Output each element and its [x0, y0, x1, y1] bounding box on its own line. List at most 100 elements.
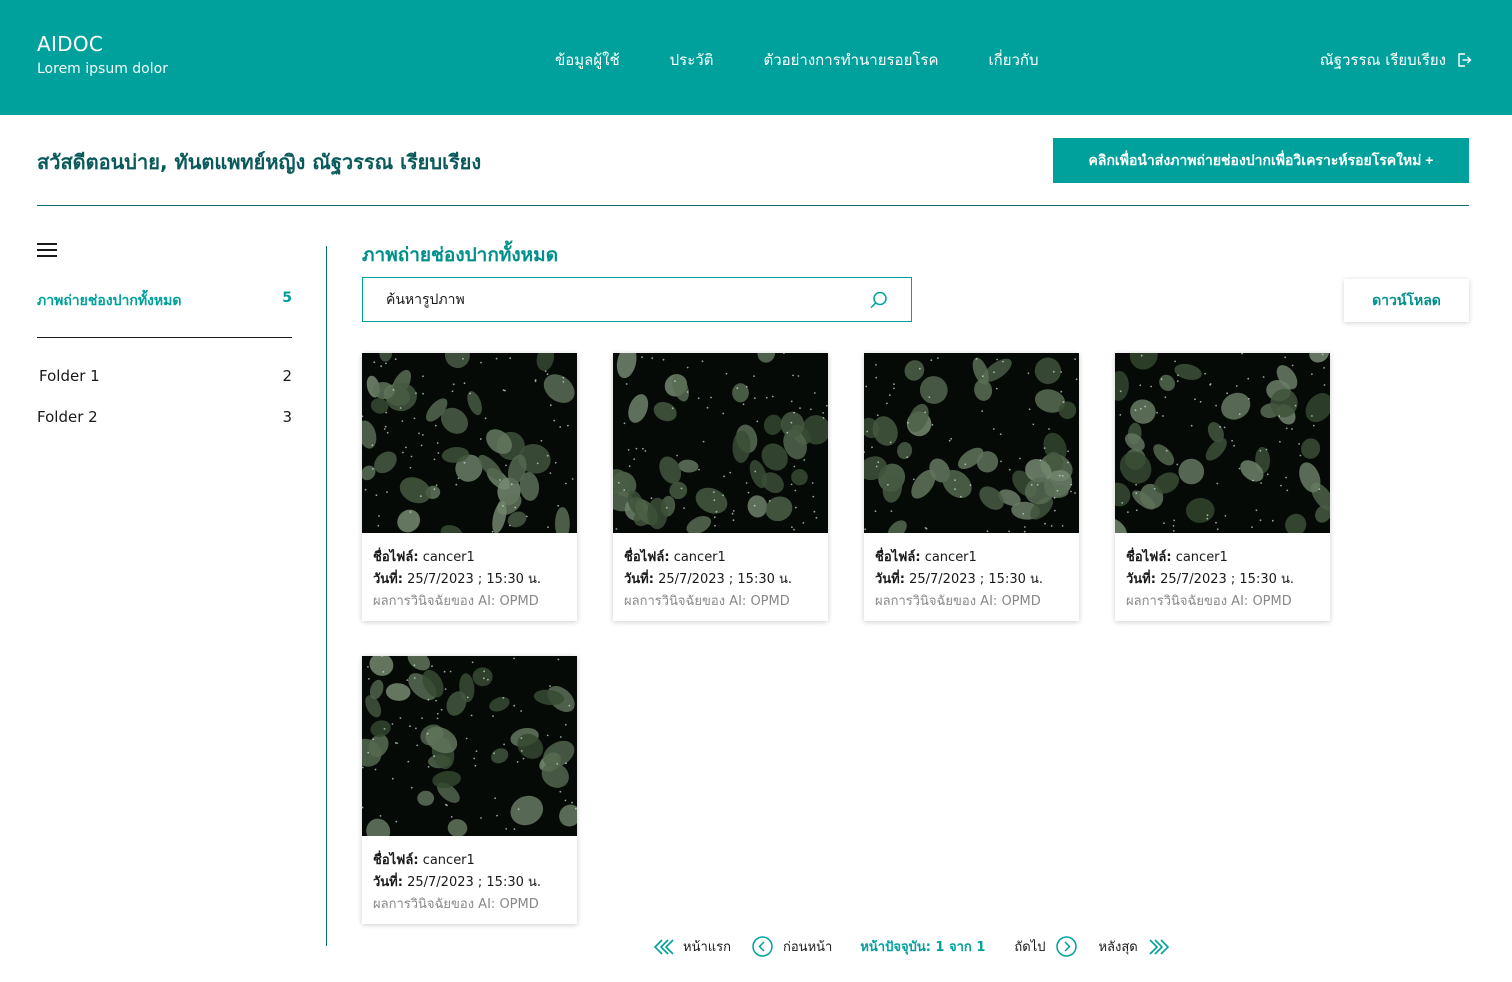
ai-result-value: OPMD — [750, 594, 790, 609]
nav-about[interactable]: เกี่ยวกับ — [989, 48, 1039, 72]
date-value: 25/7/2023 ; 15:30 น. — [407, 572, 542, 587]
file-name: cancer1 — [673, 550, 726, 565]
date-value: 25/7/2023 ; 15:30 น. — [1160, 572, 1295, 587]
ai-result-label: ผลการวินิจฉัยของ AI: — [624, 594, 747, 609]
card-result-row: ผลการวินิจฉัยของ AI: OPMD — [875, 591, 1068, 613]
date-label: วันที่: — [1126, 572, 1156, 587]
brand-subtitle: Lorem ipsum dolor — [37, 61, 168, 77]
folder-count: 2 — [282, 367, 292, 385]
chevron-left-circle-icon — [752, 936, 773, 957]
main-nav: ข้อมูลผู้ใช้ ประวัติ ตัวอย่างการทำนายรอย… — [555, 48, 1089, 72]
ai-result-value: OPMD — [499, 897, 539, 912]
file-name: cancer1 — [422, 550, 475, 565]
card-file-row: ชื่อไฟล์: cancer1 — [373, 547, 566, 569]
card-date-row: วันที่: 25/7/2023 ; 15:30 น. — [624, 569, 817, 591]
user-menu[interactable]: ณัฐวรรณ เรียบเรียง — [1320, 48, 1472, 72]
image-card[interactable]: ชื่อไฟล์: cancer1 วันที่: 25/7/2023 ; 15… — [362, 353, 577, 621]
first-page-label: หน้าแรก — [683, 940, 731, 955]
file-name: cancer1 — [422, 853, 475, 868]
next-page-label: ถัดไป — [1014, 940, 1046, 955]
card-result-row: ผลการวินิจฉัยของ AI: OPMD — [373, 894, 566, 916]
double-chevron-left-icon — [653, 938, 674, 955]
prev-page-button[interactable]: ก่อนหน้า — [752, 936, 832, 957]
image-card[interactable]: ชื่อไฟล์: cancer1 วันที่: 25/7/2023 ; 15… — [613, 353, 828, 621]
card-date-row: วันที่: 25/7/2023 ; 15:30 น. — [1126, 569, 1319, 591]
date-value: 25/7/2023 ; 15:30 น. — [909, 572, 1044, 587]
card-result-row: ผลการวินิจฉัยของ AI: OPMD — [624, 591, 817, 613]
ai-result-label: ผลการวินิจฉัยของ AI: — [1126, 594, 1249, 609]
brand-title: AIDOC — [37, 32, 104, 56]
ai-result-label: ผลการวินิจฉัยของ AI: — [875, 594, 998, 609]
oral-image-thumbnail — [362, 656, 577, 836]
card-file-row: ชื่อไฟล์: cancer1 — [624, 547, 817, 569]
search-input[interactable] — [363, 278, 869, 321]
card-result-row: ผลการวินิจฉัยของ AI: OPMD — [373, 591, 566, 613]
submit-new-image-button[interactable]: คลิกเพื่อนำส่งภาพถ่ายช่องปากเพื่อวิเคราะ… — [1053, 138, 1469, 183]
search-icon[interactable] — [869, 290, 889, 310]
first-page-button[interactable]: หน้าแรก — [652, 936, 731, 957]
chevron-right-circle-icon — [1056, 936, 1078, 957]
folder-label: Folder 1 — [39, 367, 100, 385]
oral-image-thumbnail — [362, 353, 577, 533]
card-file-row: ชื่อไฟล์: cancer1 — [875, 547, 1068, 569]
last-page-label: หลังสุด — [1098, 940, 1138, 955]
ai-result-value: OPMD — [1252, 594, 1292, 609]
search-box — [362, 277, 912, 322]
sidebar-item-folder-1[interactable]: Folder 1 2 — [37, 367, 292, 385]
pagination: หน้าแรก ก่อนหน้า หน้าปัจจุบัน: 1 จาก 1 ถ… — [652, 936, 1171, 957]
file-label: ชื่อไฟล์: — [1126, 550, 1172, 565]
image-card[interactable]: ชื่อไฟล์: cancer1 วันที่: 25/7/2023 ; 15… — [1115, 353, 1330, 621]
current-page-indicator: หน้าปัจจุบัน: 1 จาก 1 — [860, 940, 986, 955]
card-result-row: ผลการวินิจฉัยของ AI: OPMD — [1126, 591, 1319, 613]
file-label: ชื่อไฟล์: — [624, 550, 670, 565]
date-label: วันที่: — [624, 572, 654, 587]
date-value: 25/7/2023 ; 15:30 น. — [407, 875, 542, 890]
card-info: ชื่อไฟล์: cancer1 วันที่: 25/7/2023 ; 15… — [362, 836, 577, 916]
image-card[interactable]: ชื่อไฟล์: cancer1 วันที่: 25/7/2023 ; 15… — [864, 353, 1079, 621]
brand[interactable]: AIDOC Lorem ipsum dolor — [37, 32, 168, 77]
nav-prediction-examples[interactable]: ตัวอย่างการทำนายรอยโรค — [763, 48, 938, 72]
sidebar-divider — [37, 337, 292, 338]
sidebar-item-folder-2[interactable]: Folder 2 3 — [37, 408, 292, 426]
nav-user-info[interactable]: ข้อมูลผู้ใช้ — [555, 48, 620, 72]
logout-icon[interactable] — [1456, 52, 1472, 68]
file-label: ชื่อไฟล์: — [875, 550, 921, 565]
hamburger-menu-icon[interactable] — [37, 243, 57, 259]
ai-result-value: OPMD — [1001, 594, 1041, 609]
top-navbar: AIDOC Lorem ipsum dolor ข้อมูลผู้ใช้ ประ… — [0, 0, 1512, 115]
sidebar-all-label: ภาพถ่ายช่องปากทั้งหมด — [37, 293, 182, 309]
download-button[interactable]: ดาวน์โหลด — [1344, 279, 1469, 322]
divider — [37, 205, 1469, 206]
section-title: ภาพถ่ายช่องปากทั้งหมด — [362, 244, 559, 266]
user-name: ณัฐวรรณ เรียบเรียง — [1319, 51, 1446, 69]
sidebar-item-all-images[interactable]: ภาพถ่ายช่องปากทั้งหมด 5 — [37, 290, 292, 312]
ai-result-value: OPMD — [499, 594, 539, 609]
card-info: ชื่อไฟล์: cancer1 วันที่: 25/7/2023 ; 15… — [1115, 533, 1330, 613]
next-page-button[interactable]: ถัดไป — [1014, 936, 1078, 957]
date-label: วันที่: — [875, 572, 905, 587]
card-date-row: วันที่: 25/7/2023 ; 15:30 น. — [875, 569, 1068, 591]
card-file-row: ชื่อไฟล์: cancer1 — [1126, 547, 1319, 569]
sidebar-all-count: 5 — [282, 290, 292, 306]
card-date-row: วันที่: 25/7/2023 ; 15:30 น. — [373, 569, 566, 591]
oral-image-thumbnail — [864, 353, 1079, 533]
date-label: วันที่: — [373, 875, 403, 890]
folder-count: 3 — [282, 408, 292, 426]
prev-page-label: ก่อนหน้า — [783, 940, 833, 955]
image-card[interactable]: ชื่อไฟล์: cancer1 วันที่: 25/7/2023 ; 15… — [362, 656, 577, 924]
last-page-button[interactable]: หลังสุด — [1098, 936, 1170, 957]
file-label: ชื่อไฟล์: — [373, 853, 419, 868]
date-label: วันที่: — [373, 572, 403, 587]
folder-label: Folder 2 — [37, 408, 98, 426]
card-info: ชื่อไฟล์: cancer1 วันที่: 25/7/2023 ; 15… — [362, 533, 577, 613]
nav-history[interactable]: ประวัติ — [670, 48, 714, 72]
double-chevron-right-icon — [1149, 938, 1169, 955]
oral-image-thumbnail — [1115, 353, 1330, 533]
card-info: ชื่อไฟล์: cancer1 วันที่: 25/7/2023 ; 15… — [864, 533, 1079, 613]
card-file-row: ชื่อไฟล์: cancer1 — [373, 850, 566, 872]
card-date-row: วันที่: 25/7/2023 ; 15:30 น. — [373, 872, 566, 894]
ai-result-label: ผลการวินิจฉัยของ AI: — [373, 897, 496, 912]
file-name: cancer1 — [924, 550, 977, 565]
ai-result-label: ผลการวินิจฉัยของ AI: — [373, 594, 496, 609]
sidebar-separator — [326, 246, 327, 946]
